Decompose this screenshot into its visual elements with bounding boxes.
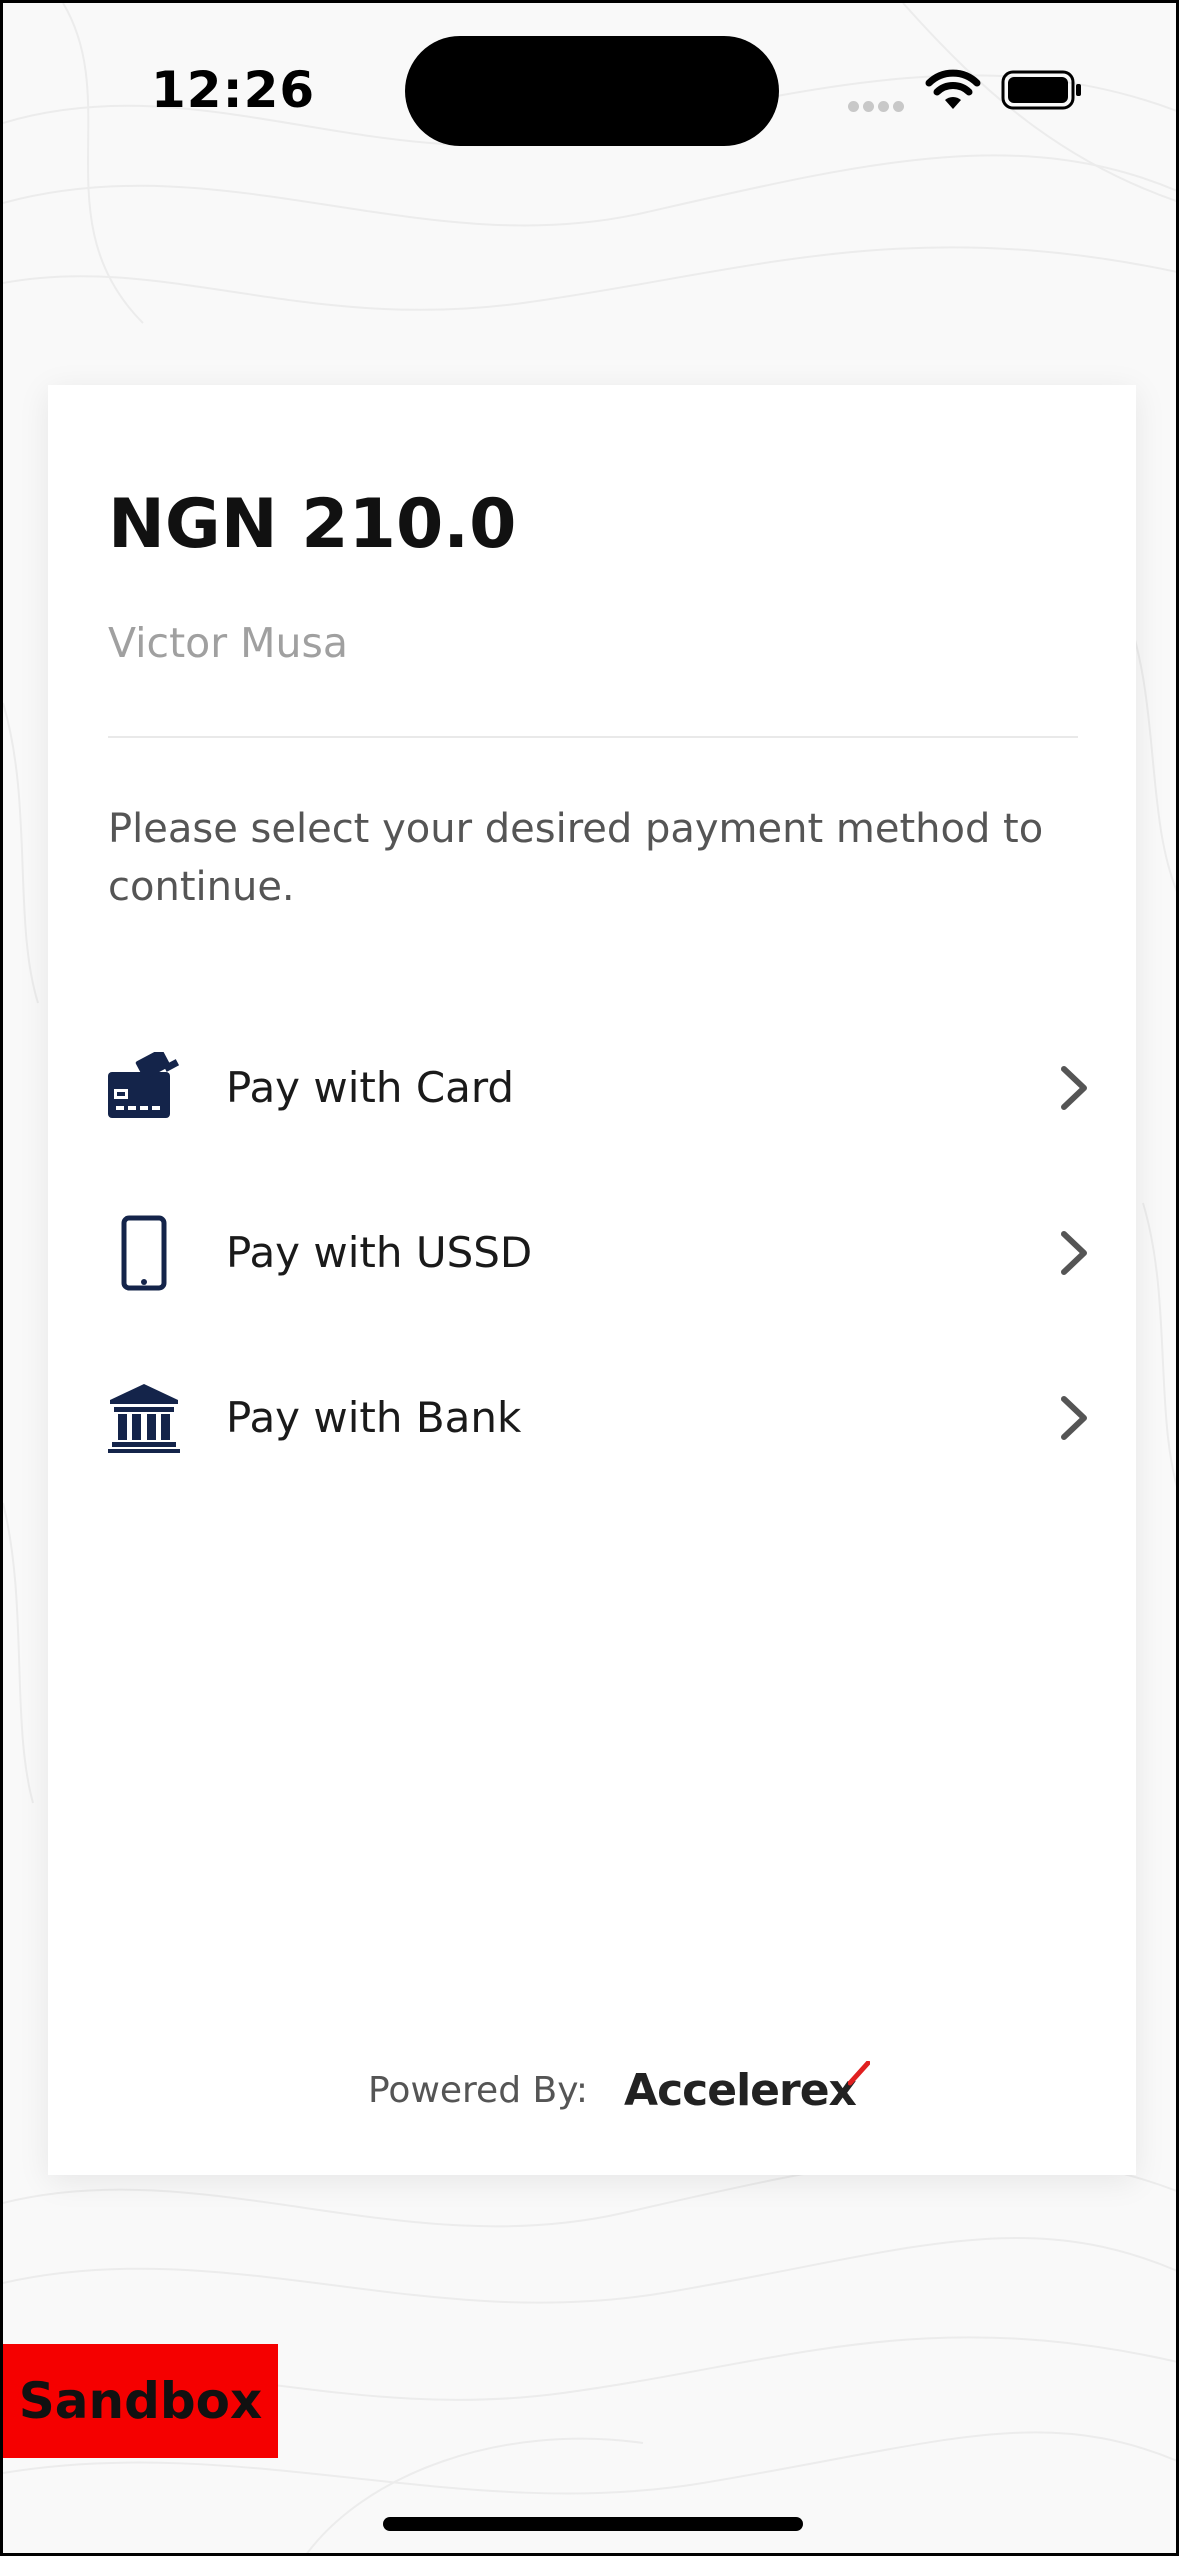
- instruction-text: Please select your desired payment metho…: [108, 806, 1044, 910]
- divider: [108, 736, 1078, 738]
- brand-name: Accelerex: [624, 2065, 857, 2116]
- mobile-phone-icon: [108, 1213, 180, 1293]
- chevron-right-icon: [1054, 1058, 1094, 1118]
- accelerex-logo: Accelerex: [624, 2061, 870, 2116]
- powered-by: Powered By: Accelerex: [368, 2061, 870, 2116]
- option-label: Pay with Bank: [226, 1393, 522, 1442]
- dynamic-island: [405, 36, 779, 146]
- option-label: Pay with Card: [226, 1063, 515, 1112]
- pay-with-ussd-option[interactable]: Pay with USSD: [108, 1170, 1108, 1335]
- payment-amount: NGN 210.0: [108, 485, 517, 564]
- pay-with-card-option[interactable]: Pay with Card: [108, 1005, 1108, 1170]
- home-indicator[interactable]: [383, 2517, 803, 2531]
- battery-icon: [1001, 70, 1081, 110]
- app-screen: 12:26 NGN 210.0 Victor Musa Please selec…: [0, 0, 1179, 2556]
- status-time: 12:26: [151, 61, 316, 119]
- bank-icon: [108, 1378, 180, 1458]
- wifi-icon: [925, 69, 981, 109]
- payer-name: Victor Musa: [108, 619, 348, 667]
- pay-with-bank-option[interactable]: Pay with Bank: [108, 1335, 1108, 1500]
- sandbox-badge: Sandbox: [3, 2344, 278, 2458]
- signal-icon: [848, 97, 908, 116]
- powered-by-label: Powered By:: [368, 2070, 589, 2111]
- chevron-right-icon: [1054, 1388, 1094, 1448]
- chevron-right-icon: [1054, 1223, 1094, 1283]
- brand-mark-icon: [847, 2061, 870, 2086]
- option-label: Pay with USSD: [226, 1228, 533, 1277]
- payment-card: NGN 210.0 Victor Musa Please select your…: [48, 385, 1136, 2175]
- payment-options: Pay with Card Pay with USSD Pay with Ban…: [108, 1005, 1108, 1500]
- credit-card-icon: [108, 1048, 180, 1128]
